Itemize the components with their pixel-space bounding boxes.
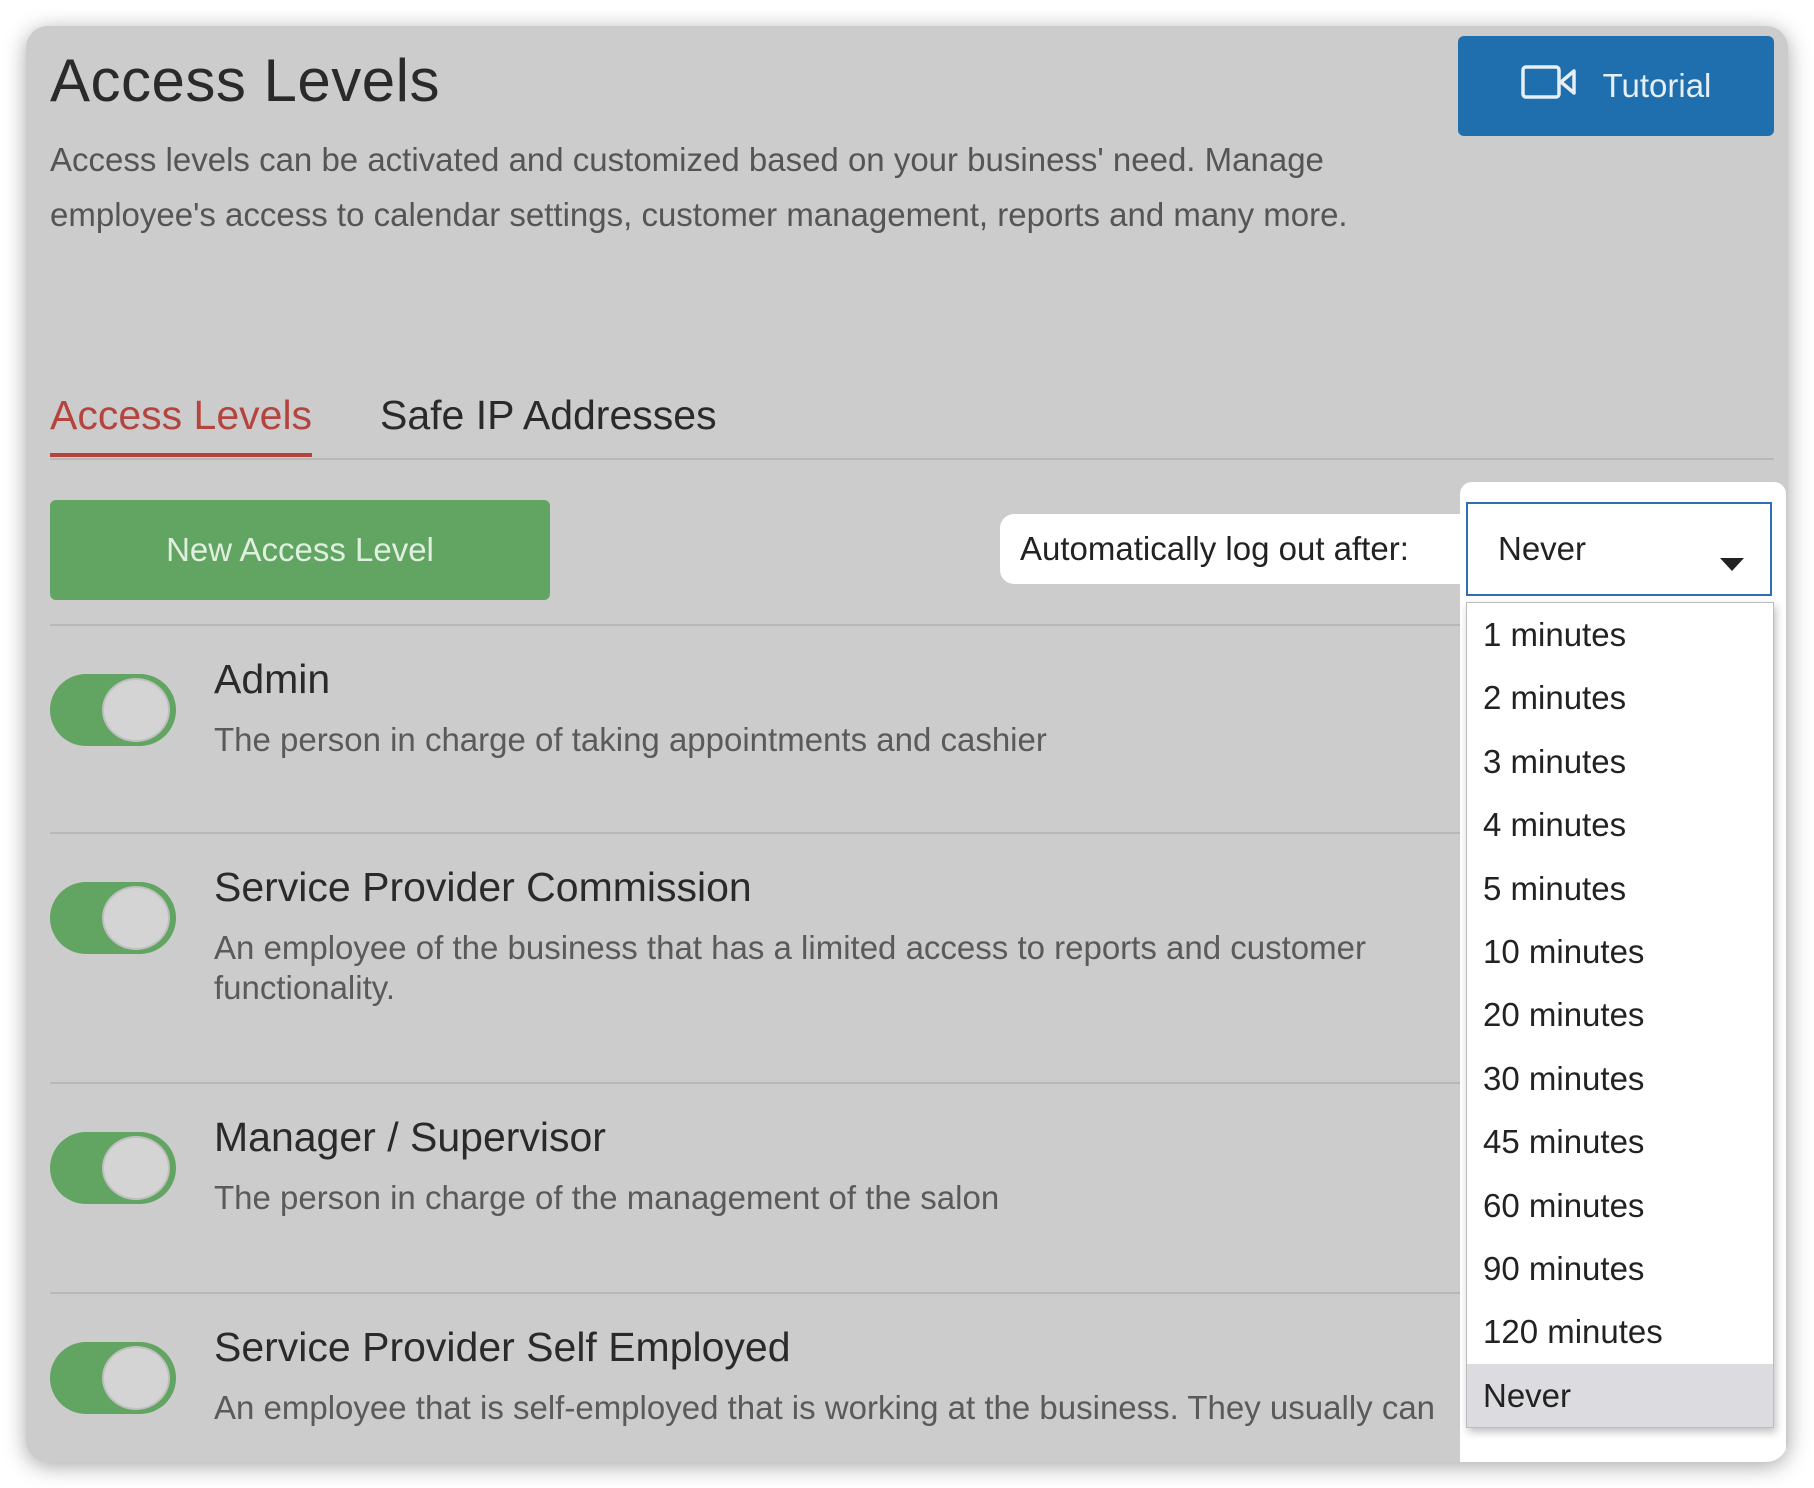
access-level-row-manager-supervisor: Manager / Supervisor The person in charg… [50, 1106, 1460, 1236]
page-title: Access Levels [50, 47, 440, 114]
auto-logout-label: Automatically log out after: [1000, 514, 1490, 584]
auto-logout-options-list: 1 minutes 2 minutes 3 minutes 4 minutes … [1466, 602, 1774, 1429]
option-4-minutes[interactable]: 4 minutes [1467, 793, 1773, 856]
tab-safe-ip-addresses[interactable]: Safe IP Addresses [380, 392, 717, 453]
level-description: An employee of the business that has a l… [214, 929, 1366, 1006]
level-name[interactable]: Manager / Supervisor [214, 1114, 606, 1161]
toggle-knob [102, 886, 170, 950]
access-levels-panel: Access Levels Access levels can be activ… [26, 26, 1788, 1462]
level-description: An employee that is self-employed that i… [214, 1389, 1436, 1426]
level-name[interactable]: Service Provider Commission [214, 864, 752, 911]
auto-logout-select[interactable]: Never [1466, 502, 1772, 596]
divider [50, 832, 1470, 834]
access-level-row-service-provider-self-employed: Service Provider Self Employed An employ… [50, 1316, 1460, 1462]
tutorial-label: Tutorial [1602, 67, 1712, 104]
option-120-minutes[interactable]: 120 minutes [1467, 1300, 1773, 1363]
option-45-minutes[interactable]: 45 minutes [1467, 1110, 1773, 1173]
option-10-minutes[interactable]: 10 minutes [1467, 920, 1773, 983]
toggle-knob [102, 678, 170, 742]
service-provider-self-employed-toggle[interactable] [50, 1342, 176, 1414]
option-90-minutes[interactable]: 90 minutes [1467, 1237, 1773, 1300]
admin-toggle[interactable] [50, 674, 176, 746]
page-subtitle: Access levels can be activated and custo… [50, 141, 1348, 233]
auto-logout-select-container: Never 1 minutes 2 minutes 3 minutes 4 mi… [1460, 482, 1786, 1462]
auto-logout-value: Never [1498, 530, 1587, 567]
option-5-minutes[interactable]: 5 minutes [1467, 857, 1773, 920]
divider [50, 1082, 1470, 1084]
tutorial-button[interactable]: Tutorial [1458, 36, 1774, 136]
access-level-row-admin: Admin The person in charge of taking app… [50, 648, 1460, 778]
divider [50, 624, 1470, 626]
option-30-minutes[interactable]: 30 minutes [1467, 1047, 1773, 1110]
level-name[interactable]: Admin [214, 656, 330, 703]
service-provider-commission-toggle[interactable] [50, 882, 176, 954]
access-level-row-service-provider-commission: Service Provider Commission An employee … [50, 856, 1460, 1046]
level-description: The person in charge of taking appointme… [214, 721, 1047, 758]
level-name[interactable]: Service Provider Self Employed [214, 1324, 791, 1371]
tab-bar: Access Levels Safe IP Addresses [50, 386, 1774, 460]
option-60-minutes[interactable]: 60 minutes [1467, 1174, 1773, 1237]
new-access-level-button[interactable]: New Access Level [50, 500, 550, 600]
option-never[interactable]: Never [1467, 1363, 1773, 1428]
video-camera-icon [1520, 64, 1577, 108]
option-1-minutes[interactable]: 1 minutes [1467, 603, 1773, 666]
divider [50, 1292, 1470, 1294]
option-2-minutes[interactable]: 2 minutes [1467, 666, 1773, 729]
option-3-minutes[interactable]: 3 minutes [1467, 730, 1773, 793]
caret-down-icon [1720, 542, 1744, 580]
manager-supervisor-toggle[interactable] [50, 1132, 176, 1204]
tab-access-levels[interactable]: Access Levels [50, 392, 313, 457]
toggle-knob [102, 1346, 170, 1410]
option-20-minutes[interactable]: 20 minutes [1467, 983, 1773, 1046]
toggle-knob [102, 1136, 170, 1200]
level-description: The person in charge of the management o… [214, 1179, 1000, 1216]
